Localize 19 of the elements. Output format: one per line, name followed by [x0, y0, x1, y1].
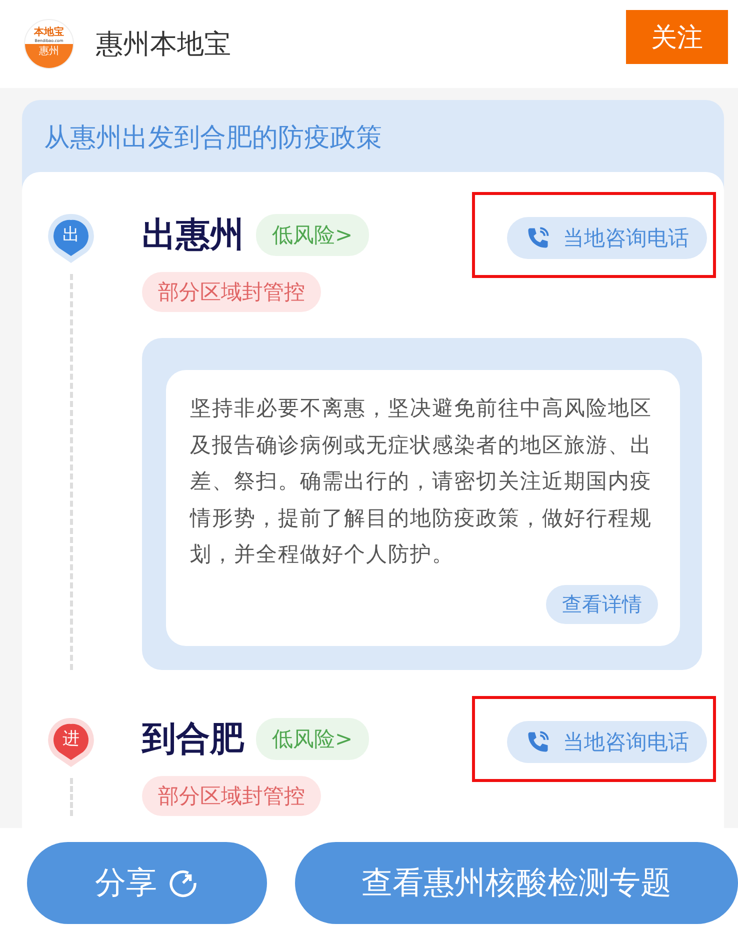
hotline-button[interactable]: 当地咨询电话 — [507, 217, 707, 259]
share-button[interactable]: 分享 — [27, 842, 267, 924]
logo-city: 惠州 — [25, 44, 73, 68]
city-title: 到合肥 — [142, 718, 244, 760]
panel-title: 从惠州出发到合肥的防疫政策 — [43, 122, 383, 155]
pin-label: 进 — [62, 728, 80, 748]
control-status-tag: 部分区域封管控 — [142, 272, 321, 312]
policy-text: 坚持非必要不离惠，坚决避免前往中高风险地区及报告确诊病例或无症状感染者的地区旅游、出差、祭扫。确需出行的，请密切关注近期国内疫情形势，提前了解目的地防疫政策，做好行程规划，并全程做好个人防护。 — [190, 395, 653, 568]
logo-text: 本地宝 — [34, 27, 64, 38]
risk-level-link[interactable]: 低风险> — [256, 718, 369, 760]
nucleic-test-topic-button[interactable]: 查看惠州核酸检测专题 — [295, 842, 738, 924]
control-status-tag: 部分区域封管控 — [142, 776, 321, 816]
view-details-button[interactable]: 查看详情 — [546, 584, 658, 624]
pin-label: 出 — [62, 225, 80, 245]
risk-level-link[interactable]: 低风险> — [256, 214, 369, 256]
hotline-button[interactable]: 当地咨询电话 — [507, 720, 707, 762]
follow-button[interactable]: 关注 — [626, 10, 728, 64]
site-title: 惠州本地宝 — [96, 28, 232, 62]
city-title: 出惠州 — [142, 214, 244, 257]
